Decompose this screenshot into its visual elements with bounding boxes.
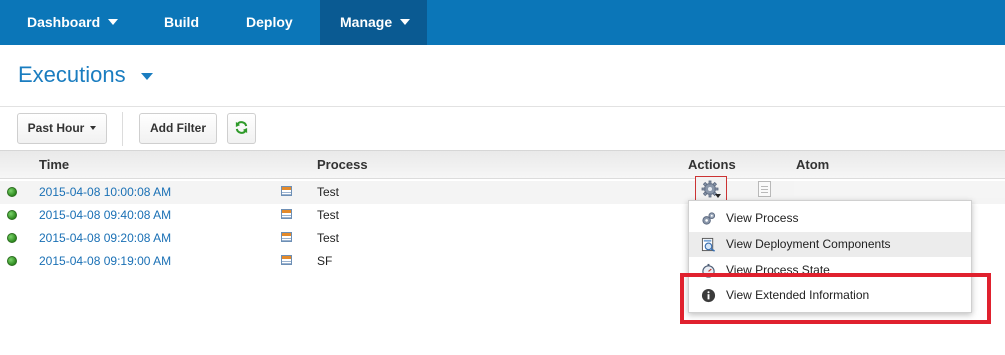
nav-manage[interactable]: Manage — [320, 0, 427, 45]
process-log-icon[interactable] — [281, 209, 292, 219]
stopwatch-icon — [702, 263, 715, 278]
chevron-down-icon — [108, 19, 119, 25]
nav-deploy[interactable]: Deploy — [246, 0, 293, 45]
process-log-icon[interactable] — [281, 255, 292, 265]
document-icon[interactable] — [758, 181, 771, 197]
table-header: Time Process Actions Atom — [0, 150, 1005, 179]
status-success-icon — [7, 256, 17, 266]
menu-item-view-extended-information[interactable]: View Extended Information — [689, 283, 971, 308]
process-name: SF — [317, 254, 333, 268]
add-filter-label: Add Filter — [150, 121, 206, 135]
process-name: Test — [317, 231, 340, 245]
deployment-components-icon — [701, 237, 715, 252]
process-name: Test — [317, 185, 340, 199]
atom-cell — [794, 181, 1005, 198]
info-icon — [701, 288, 716, 303]
process-log-icon[interactable] — [281, 186, 292, 196]
actions-dropdown-menu: View Process View Deployment Components … — [688, 200, 972, 313]
process-name: Test — [317, 208, 340, 222]
nav-build-label: Build — [164, 14, 199, 30]
title-dropdown-chevron-icon[interactable] — [141, 73, 153, 80]
header-divider — [0, 106, 1005, 107]
menu-item-label: View Extended Information — [726, 288, 870, 302]
nav-dashboard-label: Dashboard — [27, 14, 101, 30]
actions-gear-button[interactable] — [695, 176, 727, 203]
status-success-icon — [7, 187, 17, 197]
status-success-icon — [7, 233, 17, 243]
time-filter-dropdown[interactable]: Past Hour — [17, 113, 107, 144]
gears-icon — [702, 212, 716, 225]
chevron-down-icon — [400, 19, 411, 25]
column-header-time[interactable]: Time — [39, 151, 69, 179]
menu-item-view-process[interactable]: View Process — [689, 206, 971, 231]
top-nav-bar: Dashboard Build Deploy Manage — [0, 0, 1005, 45]
column-header-process[interactable]: Process — [317, 151, 368, 179]
status-success-icon — [7, 210, 17, 220]
column-header-atom[interactable]: Atom — [796, 151, 829, 179]
menu-item-view-deployment-components[interactable]: View Deployment Components — [689, 232, 971, 257]
execution-time-link[interactable]: 2015-04-08 10:00:08 AM — [39, 185, 171, 199]
execution-time-link[interactable]: 2015-04-08 09:40:08 AM — [39, 208, 171, 222]
chevron-down-icon — [90, 126, 97, 130]
menu-item-label: View Process State — [726, 263, 830, 277]
nav-dashboard[interactable]: Dashboard — [0, 0, 136, 45]
execution-time-link[interactable]: 2015-04-08 09:19:00 AM — [39, 254, 171, 268]
toolbar-divider — [122, 112, 123, 146]
nav-deploy-label: Deploy — [246, 14, 293, 30]
execution-time-link[interactable]: 2015-04-08 09:20:08 AM — [39, 231, 171, 245]
process-log-icon[interactable] — [281, 232, 292, 242]
refresh-icon — [235, 121, 248, 134]
add-filter-button[interactable]: Add Filter — [139, 113, 217, 144]
menu-item-label: View Deployment Components — [726, 237, 891, 251]
column-header-actions: Actions — [688, 157, 736, 172]
refresh-button[interactable] — [227, 113, 256, 144]
menu-item-label: View Process — [726, 211, 799, 225]
nav-build[interactable]: Build — [164, 0, 199, 45]
time-filter-label: Past Hour — [27, 121, 85, 135]
page-title: Executions — [18, 62, 126, 87]
menu-item-view-process-state[interactable]: View Process State — [689, 258, 971, 283]
gear-icon — [701, 180, 721, 198]
nav-manage-label: Manage — [340, 14, 393, 30]
